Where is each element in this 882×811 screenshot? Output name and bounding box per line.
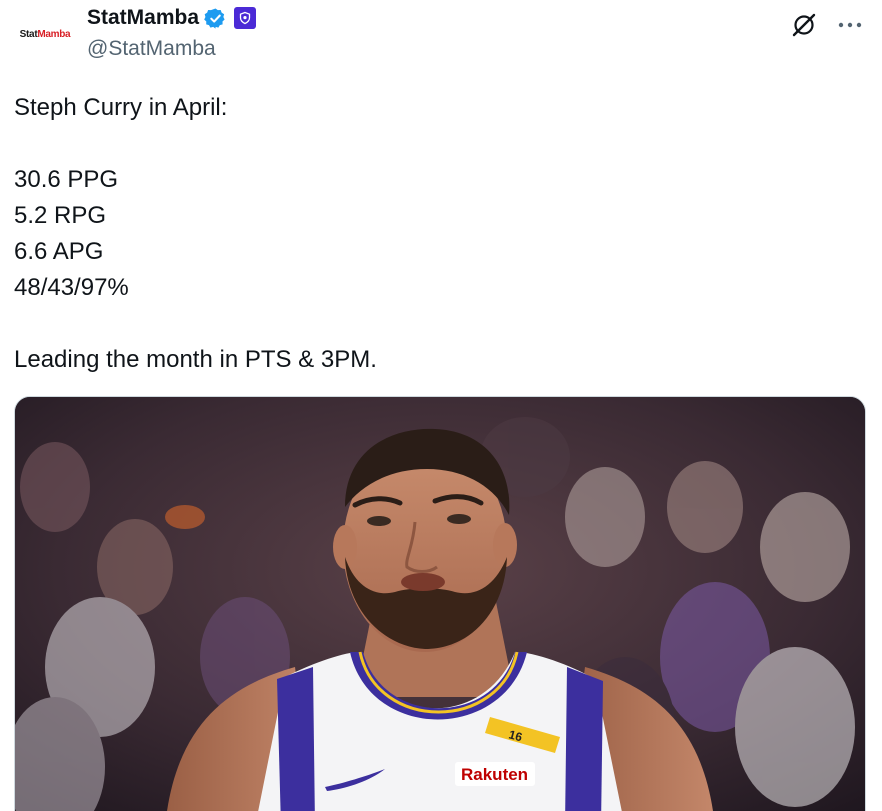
- verified-badge-icon[interactable]: [204, 7, 227, 30]
- affiliate-badge-icon[interactable]: [234, 7, 257, 29]
- tweet-line: 6.6 APG: [14, 238, 104, 265]
- avatar-text-mamba: Mamba: [37, 28, 71, 40]
- author-display-name[interactable]: StatMamba: [87, 6, 199, 30]
- more-dots-icon: [838, 22, 862, 28]
- avatar-text-stat: Stat: [19, 28, 38, 40]
- jersey-sponsor: Rakuten: [461, 765, 528, 784]
- tweet-line: [14, 306, 377, 342]
- avatar[interactable]: Stat Mamba: [13, 10, 77, 58]
- tweet-line: Steph Curry in April:: [14, 94, 228, 121]
- tweet-photo[interactable]: 16 Rakuten: [14, 396, 866, 811]
- grok-icon: [792, 13, 816, 37]
- tweet-line: 48/43/97%: [14, 274, 129, 301]
- tweet-line: 30.6 PPG: [14, 166, 119, 193]
- tweet-line: Leading the month in PTS & 3PM.: [14, 346, 377, 373]
- tweet-text: Steph Curry in April: 30.6 PPG 5.2 RPG 6…: [14, 90, 377, 378]
- more-options-button[interactable]: [836, 12, 864, 38]
- tweet-line: [14, 126, 377, 162]
- author-handle[interactable]: @StatMamba: [87, 37, 216, 61]
- grok-button[interactable]: [789, 10, 819, 40]
- tweet-line: 5.2 RPG: [14, 202, 107, 229]
- player-photo-illustration: 16 Rakuten: [15, 397, 865, 811]
- author-name-row: StatMamba: [87, 6, 257, 30]
- tweet: Stat Mamba StatMamba @StatMamba Steph Cu…: [0, 0, 882, 811]
